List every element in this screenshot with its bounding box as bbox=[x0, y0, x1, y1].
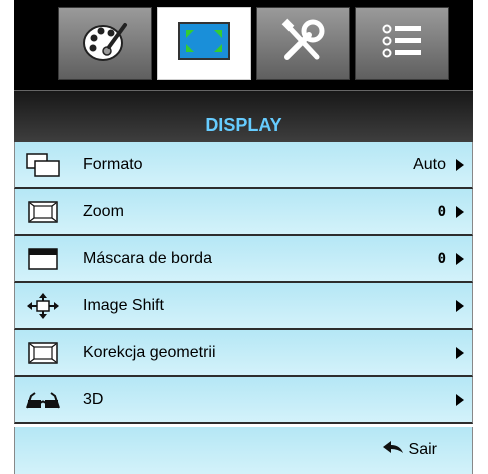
aspect-ratio-icon bbox=[25, 153, 61, 177]
image-shift-icon bbox=[25, 293, 61, 319]
return-arrow-icon bbox=[382, 439, 404, 460]
menu-item-image-shift[interactable]: Image Shift bbox=[14, 283, 473, 330]
menu-footer: Sair bbox=[14, 427, 473, 474]
menu-item-label: Zoom bbox=[83, 203, 124, 220]
chevron-right-icon bbox=[456, 253, 464, 265]
geometric-correction-icon bbox=[25, 341, 61, 365]
menu-item-label: Image Shift bbox=[83, 297, 164, 314]
page-title: DISPLAY bbox=[205, 115, 282, 135]
menu-item-korekcja-geometrii[interactable]: Korekcja geometrii bbox=[14, 330, 473, 377]
menu-tab-bar bbox=[14, 0, 473, 90]
menu-item-label: Korekcja geometrii bbox=[83, 344, 216, 361]
chevron-right-icon bbox=[456, 159, 464, 171]
tools-icon bbox=[279, 17, 327, 70]
edge-mask-icon bbox=[25, 247, 61, 271]
menu-item-value: Auto bbox=[413, 156, 446, 173]
chevron-right-icon bbox=[456, 347, 464, 359]
menu-item-mascara-de-borda[interactable]: Máscara de borda 0 bbox=[14, 236, 473, 283]
tab-setup[interactable] bbox=[256, 7, 350, 80]
exit-button[interactable]: Sair bbox=[382, 439, 437, 460]
menu-item-formato[interactable]: Formato Auto bbox=[14, 142, 473, 189]
tab-options[interactable] bbox=[355, 7, 449, 80]
list-icon bbox=[380, 21, 424, 66]
chevron-right-icon bbox=[456, 206, 464, 218]
exit-label: Sair bbox=[408, 440, 437, 458]
chevron-right-icon bbox=[456, 300, 464, 312]
menu-item-label: 3D bbox=[83, 391, 104, 408]
menu-item-label: Formato bbox=[83, 156, 143, 173]
zoom-icon bbox=[25, 200, 61, 224]
tab-picture[interactable] bbox=[58, 7, 152, 80]
chevron-right-icon bbox=[456, 394, 464, 406]
menu-item-3d[interactable]: 3D bbox=[14, 377, 473, 424]
tab-display[interactable] bbox=[157, 7, 251, 80]
menu-item-label: Máscara de borda bbox=[83, 250, 212, 267]
palette-icon bbox=[81, 17, 129, 70]
menu-item-value: 0 bbox=[437, 204, 446, 220]
menu-header: DISPLAY bbox=[14, 90, 473, 142]
menu-item-value: 0 bbox=[437, 251, 446, 267]
display-menu: Formato Auto Zoom 0 Máscara de borda 0 I… bbox=[14, 142, 473, 424]
display-icon bbox=[178, 22, 230, 65]
3d-glasses-icon bbox=[25, 388, 61, 412]
menu-item-zoom[interactable]: Zoom 0 bbox=[14, 189, 473, 236]
